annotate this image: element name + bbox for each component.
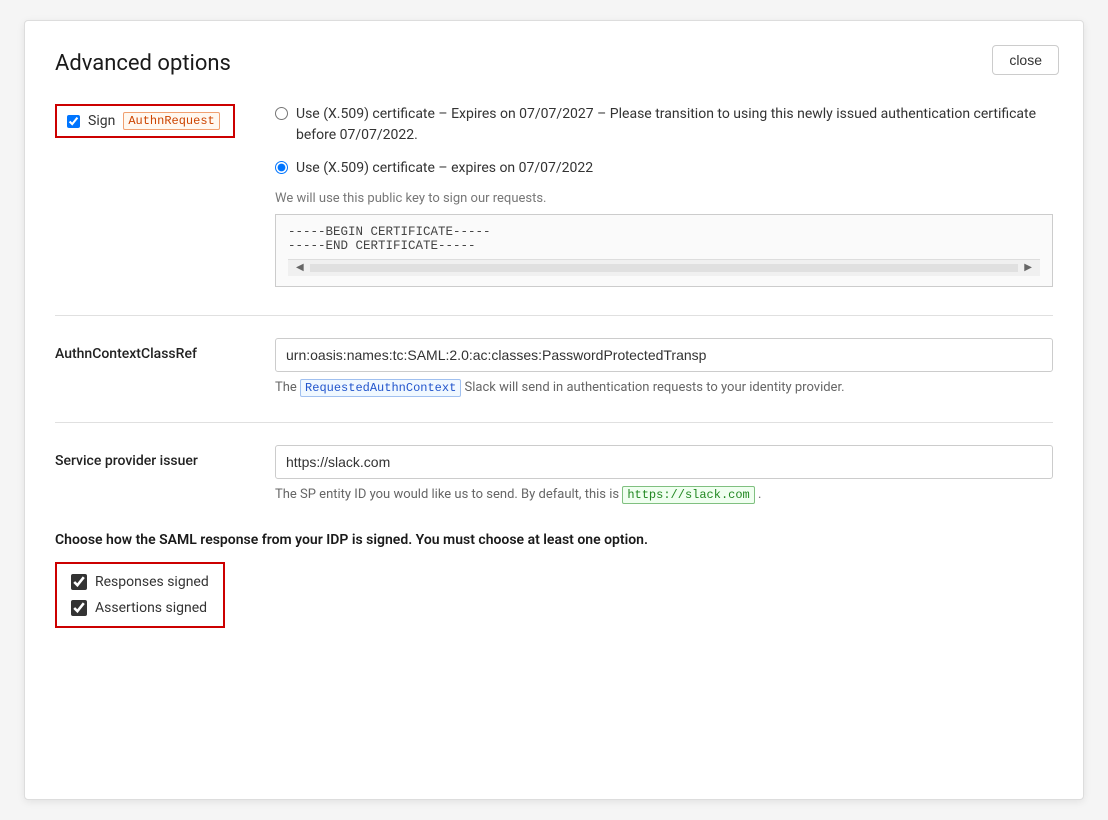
divider-1: [55, 315, 1053, 316]
sp-hint-tag: https://slack.com: [622, 486, 754, 504]
service-provider-input[interactable]: [275, 445, 1053, 479]
advanced-options-dialog: Advanced options close Sign AuthnRequest…: [24, 20, 1084, 800]
sp-hint-suffix: .: [758, 487, 761, 502]
cert-end-line: -----END CERTIFICATE-----: [288, 239, 1040, 253]
requested-authn-context-tag: RequestedAuthnContext: [300, 379, 461, 397]
authn-context-hint-prefix: The: [275, 380, 297, 395]
scroll-left-arrow[interactable]: ◀: [292, 262, 308, 274]
authn-context-hint-suffix: Slack will send in authentication reques…: [465, 380, 845, 395]
scroll-track: [310, 264, 1019, 272]
scroll-right-arrow[interactable]: ▶: [1020, 262, 1036, 274]
divider-2: [55, 422, 1053, 423]
cert-option-1: Use (X.509) certificate – Expires on 07/…: [275, 104, 1053, 146]
sp-hint-prefix: The SP entity ID you would like us to se…: [275, 487, 619, 502]
signing-section-title: Choose how the SAML response from your I…: [55, 532, 1053, 548]
assertions-signed-label: Assertions signed: [95, 600, 207, 616]
cert-option-2-label: Use (X.509) certificate – expires on 07/…: [296, 158, 593, 179]
sign-label: Sign: [88, 113, 115, 129]
sign-authn-label-box: Sign AuthnRequest: [55, 104, 235, 138]
public-key-hint: We will use this public key to sign our …: [275, 191, 1053, 206]
cert-begin-line: -----BEGIN CERTIFICATE-----: [288, 225, 1040, 239]
cert-radio-2[interactable]: [275, 161, 288, 174]
signing-checkboxes-group: Responses signed Assertions signed: [55, 562, 225, 628]
cert-scroll-bar: ◀ ▶: [288, 259, 1040, 276]
close-button[interactable]: close: [992, 45, 1059, 75]
responses-signed-row: Responses signed: [71, 574, 209, 590]
authn-request-tag: AuthnRequest: [123, 112, 219, 130]
authn-context-content: The RequestedAuthnContext Slack will sen…: [275, 338, 1053, 398]
responses-signed-checkbox[interactable]: [71, 574, 87, 590]
service-provider-hint: The SP entity ID you would like us to se…: [275, 485, 1053, 505]
authn-context-row: AuthnContextClassRef The RequestedAuthnC…: [55, 338, 1053, 398]
service-provider-row: Service provider issuer The SP entity ID…: [55, 445, 1053, 505]
sign-authn-checkbox[interactable]: [67, 115, 80, 128]
signing-section: Choose how the SAML response from your I…: [55, 532, 1053, 628]
assertions-signed-checkbox[interactable]: [71, 600, 87, 616]
cert-option-2: Use (X.509) certificate – expires on 07/…: [275, 158, 1053, 179]
cert-option-1-label: Use (X.509) certificate – Expires on 07/…: [296, 104, 1053, 146]
service-provider-label: Service provider issuer: [55, 445, 235, 469]
certificate-options: Use (X.509) certificate – Expires on 07/…: [275, 104, 1053, 287]
authn-context-hint: The RequestedAuthnContext Slack will sen…: [275, 378, 1053, 398]
authn-context-label: AuthnContextClassRef: [55, 338, 235, 362]
certificate-display: -----BEGIN CERTIFICATE----- -----END CER…: [275, 214, 1053, 287]
responses-signed-label: Responses signed: [95, 574, 209, 590]
assertions-signed-row: Assertions signed: [71, 600, 209, 616]
sign-authn-row: Sign AuthnRequest Use (X.509) certificat…: [55, 104, 1053, 287]
dialog-title: Advanced options: [55, 51, 1053, 76]
cert-radio-1[interactable]: [275, 107, 288, 120]
service-provider-content: The SP entity ID you would like us to se…: [275, 445, 1053, 505]
authn-context-input[interactable]: [275, 338, 1053, 372]
